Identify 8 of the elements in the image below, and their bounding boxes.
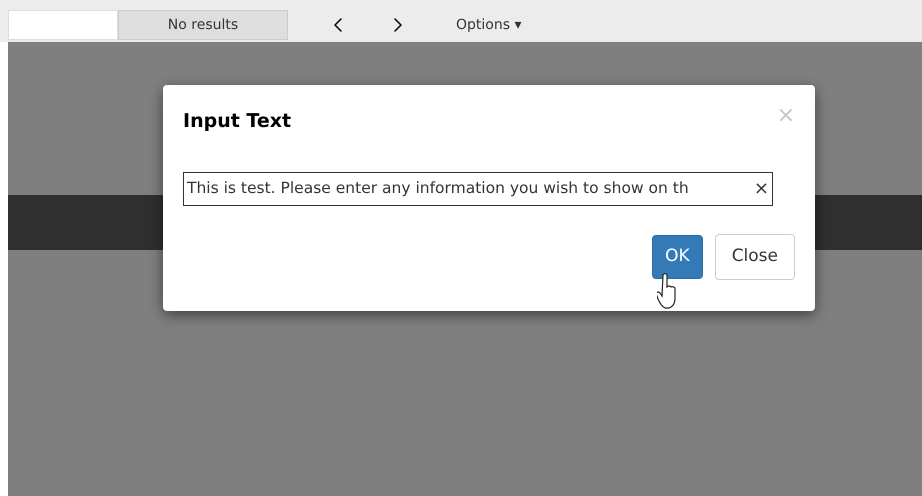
results-label: No results bbox=[118, 10, 288, 40]
dialog-title: Input Text bbox=[183, 109, 292, 134]
ok-button[interactable]: OK bbox=[652, 234, 703, 278]
clear-button[interactable]: × bbox=[754, 180, 769, 198]
toolbar-field[interactable] bbox=[8, 10, 118, 40]
options-menu[interactable]: Options ▾ bbox=[448, 10, 530, 40]
close-button[interactable]: Close bbox=[714, 234, 795, 280]
input-field[interactable]: This is test. Please enter any information you wish to show on th × bbox=[183, 172, 773, 206]
